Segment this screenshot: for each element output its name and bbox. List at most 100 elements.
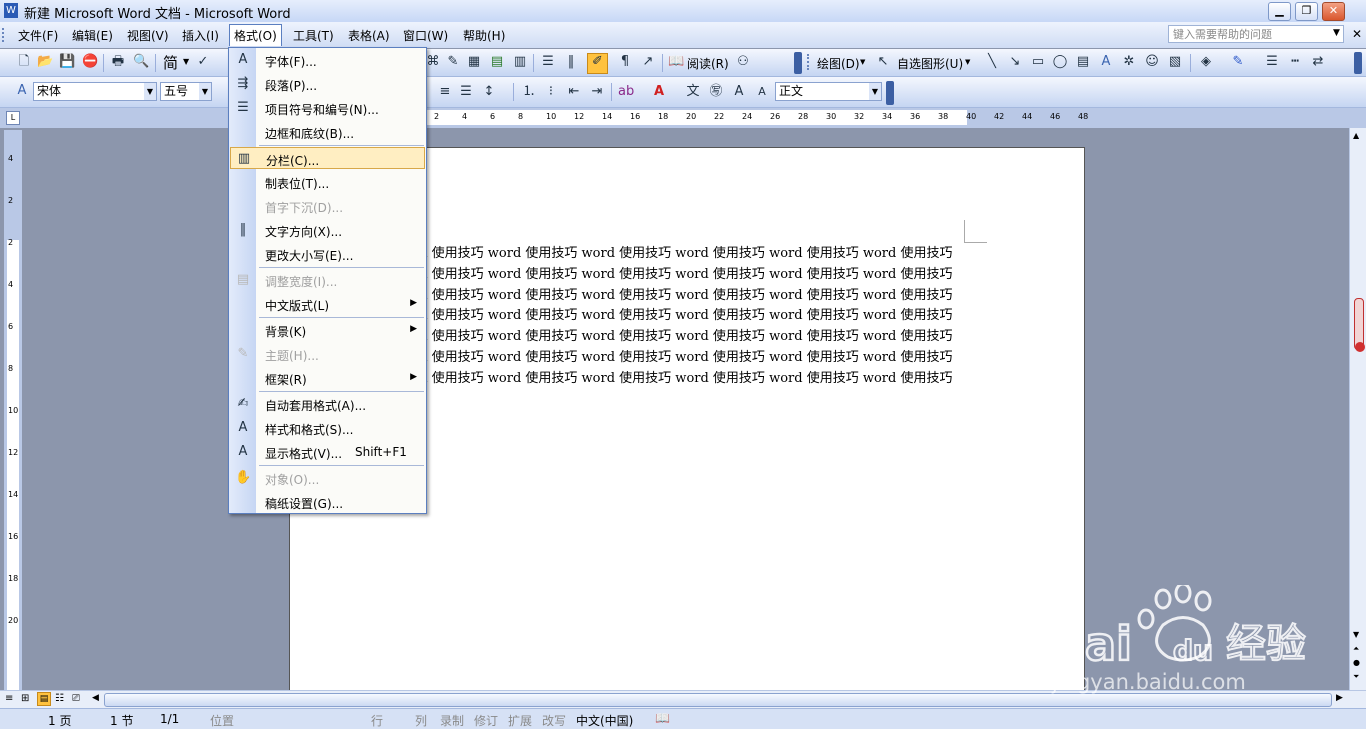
wordart-icon[interactable]: A [1098, 54, 1114, 70]
oval-icon[interactable]: ◯ [1052, 54, 1068, 70]
insert-hyperlink-icon[interactable]: ⌘ [425, 54, 441, 70]
menubar-grip[interactable] [2, 28, 7, 42]
line-style-icon[interactable]: ☰ [1264, 54, 1280, 70]
decrease-indent-icon[interactable]: ⇤ [566, 84, 582, 100]
columns-toolbar-icon[interactable]: ▥ [512, 54, 528, 70]
clipart-icon[interactable]: ☺ [1144, 54, 1160, 70]
vertical-scrollbar[interactable]: ▲ ▼ ⏶ ● ⏷ [1349, 128, 1366, 690]
font-name-combo[interactable]: 宋体 ▼ [33, 82, 157, 101]
show-hide-icon[interactable]: ¶ [617, 54, 633, 70]
scroll-down-icon[interactable]: ▼ [1353, 630, 1359, 639]
format-menu-item[interactable]: 制表位(T)... [230, 171, 425, 193]
menu-help[interactable]: 帮助(H) [463, 27, 505, 44]
fill-color-icon[interactable]: ◈ [1198, 54, 1214, 70]
spelling-icon[interactable]: ✓ [195, 54, 211, 70]
reading-mode-button[interactable]: 阅读(R) [687, 55, 729, 72]
tables-borders-icon[interactable]: ✎ [445, 54, 461, 70]
new-document-icon[interactable]: 🗋 [16, 54, 32, 70]
web-view-icon[interactable]: ⊞ [21, 693, 29, 704]
arrow-style-icon[interactable]: ⇄ [1310, 54, 1326, 70]
format-menu-item[interactable]: 稿纸设置(G)... [230, 491, 425, 513]
format-menu-item[interactable]: ‖ 文字方向(X)... [230, 219, 425, 241]
format-menu-item[interactable]: A 样式和格式(S)... [230, 417, 425, 439]
insert-table-icon[interactable]: ▦ [466, 54, 482, 70]
format-menu-item[interactable]: A 显示格式(V)... Shift+F1 [230, 441, 425, 463]
menu-file[interactable]: 文件(F) [18, 27, 58, 44]
help-pointer-icon[interactable]: ↗ [640, 54, 656, 70]
horizontal-ruler[interactable]: L 2 4 6 8 10 12 14 16 18 20 22 24 26 28 30 32 34 36 38 40 42… [0, 108, 1366, 128]
increase-indent-icon[interactable]: ⇥ [589, 84, 605, 100]
style-combo[interactable]: 正文 ▼ [775, 82, 882, 101]
style-dropdown-icon[interactable]: ▼ [869, 83, 881, 100]
menu-insert[interactable]: 插入(I) [182, 27, 219, 44]
close-document-icon[interactable]: ✕ [1352, 27, 1362, 41]
close-window-button[interactable]: ✕ [1322, 2, 1345, 21]
select-objects-icon[interactable]: ↖ [875, 54, 891, 70]
phonetic-guide-icon[interactable]: 文 [685, 84, 701, 100]
bullets-toolbar-icon[interactable]: ⁝ [543, 84, 559, 100]
font-size-dropdown-icon[interactable]: ▼ [199, 83, 211, 100]
font-name-dropdown-icon[interactable]: ▼ [144, 83, 156, 100]
simplified-dropdown-icon[interactable]: ▼ [183, 57, 189, 66]
print-icon[interactable]: 🖶 [110, 54, 126, 70]
format-menu-item[interactable]: 背景(K) ▶ [230, 319, 425, 341]
scroll-left-icon[interactable]: ◀ [92, 693, 99, 703]
tab-selector-icon[interactable]: L [6, 111, 20, 125]
styles-pane-icon[interactable]: A [14, 83, 30, 99]
format-menu-item[interactable]: 框架(R) ▶ [230, 367, 425, 389]
format-menu-item[interactable]: 边框和底纹(B)... [230, 121, 425, 143]
formatting-toolbar-options-chevron[interactable] [886, 81, 894, 105]
highlight-icon[interactable]: ab [618, 84, 634, 100]
spelling-status-icon[interactable]: 📖 [655, 711, 670, 725]
status-overtype[interactable]: 改写 [542, 712, 566, 729]
vertical-ruler[interactable]: 4 2 2 4 6 8 10 12 14 16 18 20 [4, 130, 22, 690]
minimize-button[interactable]: ▁ [1268, 2, 1291, 21]
normal-view-icon[interactable]: ≡ [5, 693, 13, 704]
rectangle-icon[interactable]: ▭ [1030, 54, 1046, 70]
menu-table[interactable]: 表格(A) [348, 27, 390, 44]
scroll-thumb-knob[interactable] [1355, 342, 1365, 352]
draw-dropdown-icon[interactable]: ▼ [860, 58, 865, 66]
format-menu-item[interactable]: ▥ 分栏(C)... [230, 147, 425, 169]
format-menu-item[interactable]: ☰ 项目符号和编号(N)... [230, 97, 425, 119]
shrink-font-icon[interactable]: A [754, 84, 770, 100]
status-record[interactable]: 录制 [440, 712, 464, 729]
insert-picture-icon[interactable]: ▧ [1167, 54, 1183, 70]
format-menu-item[interactable]: 中文版式(L) ▶ [230, 293, 425, 315]
research-icon[interactable]: ⚇ [735, 54, 751, 70]
outline-view-icon[interactable]: ☷ [55, 693, 64, 704]
grow-font-icon[interactable]: A [731, 84, 747, 100]
format-menu-item[interactable]: 更改大小写(E)... [230, 243, 425, 265]
font-size-combo[interactable]: 五号 ▼ [160, 82, 212, 101]
justify-icon[interactable]: ☰ [458, 84, 474, 100]
reading-book-icon[interactable]: 📖 [668, 54, 684, 70]
help-search-input[interactable]: 键入需要帮助的问题 [1168, 25, 1344, 43]
line-spacing-icon[interactable]: ↕ [481, 84, 497, 100]
drawing-toolbar-options-chevron[interactable] [1354, 52, 1362, 74]
drawing-toolbar-grip[interactable] [807, 54, 812, 70]
simplified-chinese-button[interactable]: 简 [163, 52, 178, 73]
dash-style-icon[interactable]: ┅ [1287, 54, 1303, 70]
document-body-text[interactable]: rd 使用技巧 word 使用技巧 word 使用技巧 word 使用技巧 wo… [413, 244, 952, 390]
scroll-up-icon[interactable]: ▲ [1353, 131, 1359, 140]
autoshapes-button[interactable]: 自选图形(U) [897, 55, 963, 72]
line-color-icon[interactable]: ✎ [1230, 54, 1246, 70]
text-direction-toolbar-icon[interactable]: ‖ [563, 54, 579, 70]
line-icon[interactable]: ╲ [984, 54, 1000, 70]
menu-tools[interactable]: 工具(T) [293, 27, 334, 44]
menu-edit[interactable]: 编辑(E) [72, 27, 113, 44]
menu-view[interactable]: 视图(V) [127, 27, 169, 44]
menu-format[interactable]: 格式(O) [229, 24, 282, 46]
status-revise[interactable]: 修订 [474, 712, 498, 729]
document-map-icon[interactable]: ☰ [540, 54, 556, 70]
print-preview-icon[interactable]: 🔍 [133, 54, 149, 70]
previous-page-icon[interactable]: ⏶ [1353, 644, 1359, 654]
open-folder-icon[interactable]: 📂 [37, 54, 53, 70]
reading-view-icon[interactable]: ⎚ [72, 693, 80, 704]
horizontal-scroll-thumb[interactable] [104, 693, 1332, 707]
toolbar-options-chevron[interactable] [794, 52, 802, 74]
restore-button[interactable]: ❐ [1295, 2, 1318, 21]
numbering-icon[interactable]: ⒈ [521, 84, 537, 100]
diagram-icon[interactable]: ✲ [1121, 54, 1137, 70]
enclose-characters-icon[interactable]: ㊢ [708, 84, 724, 100]
